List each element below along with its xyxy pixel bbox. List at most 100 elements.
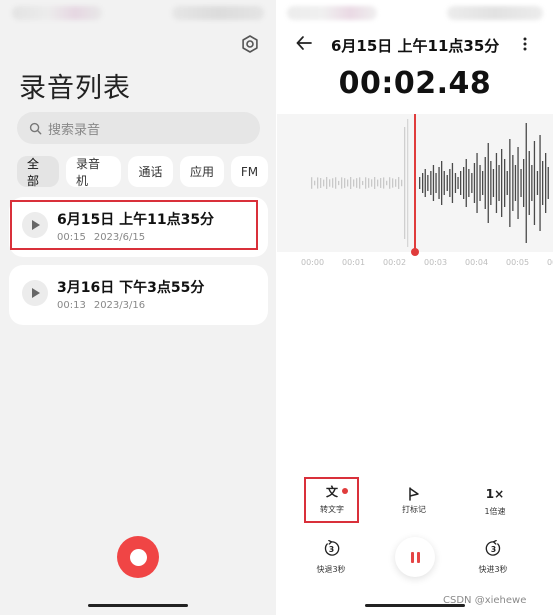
play-button[interactable] <box>22 280 48 306</box>
waveform-bar <box>344 178 346 188</box>
timeline-tick-label: 00:03 <box>424 258 448 267</box>
recording-title: 3月16日 下午3点55分 <box>57 280 205 296</box>
waveform-bar <box>341 177 343 189</box>
search-icon <box>29 122 42 134</box>
waveform-bar <box>422 173 424 193</box>
waveform-bar <box>463 167 465 199</box>
waveform-bar <box>495 153 498 213</box>
playback-speed-button[interactable]: 1× 1倍速 <box>472 485 518 517</box>
filter-tabs: 全部 录音机 通话 应用 FM <box>17 156 268 188</box>
recording-item[interactable]: 3月16日 下午3点55分 00:13 2023/3/16 <box>9 265 268 325</box>
pause-icon <box>416 551 420 563</box>
waveform-bar <box>539 135 541 231</box>
filter-calls[interactable]: 通话 <box>128 156 173 187</box>
svg-text:3: 3 <box>490 545 495 554</box>
status-bar-left-blur <box>287 6 377 20</box>
waveform-bar <box>512 155 514 211</box>
recording-meta: 00:13 2023/3/16 <box>57 300 145 311</box>
filter-all[interactable]: 全部 <box>17 156 59 188</box>
pause-button[interactable] <box>395 537 435 577</box>
waveform-bar <box>347 179 349 187</box>
waveform-bar <box>386 180 388 186</box>
playback-speed-label: 1倍速 <box>484 507 506 516</box>
transcribe-icon: 文 <box>325 485 338 499</box>
waveform-bar <box>545 153 547 213</box>
home-indicator <box>88 604 188 607</box>
recording-title: 6月15日 上午11点35分 <box>57 212 215 228</box>
waveform-bar <box>517 147 519 219</box>
recording-meta: 00:15 2023/6/15 <box>57 232 145 243</box>
waveform-bar <box>525 123 527 243</box>
waveform-bar <box>395 179 397 187</box>
waveform-bar <box>460 171 462 195</box>
timeline-tick-label: 00:01 <box>342 258 366 267</box>
waveform-bar <box>311 177 313 189</box>
settings-icon[interactable] <box>240 34 260 54</box>
waveform-bar <box>441 161 443 205</box>
flag-icon <box>409 487 419 501</box>
waveform-bar <box>335 177 337 189</box>
waveform-bar <box>523 159 525 207</box>
waveform-bar <box>424 169 426 197</box>
search-input[interactable]: 搜索录音 <box>17 112 260 144</box>
waveform-bar <box>371 179 373 187</box>
waveform-bar <box>498 165 500 201</box>
waveform-bar <box>427 175 429 191</box>
rewind-button[interactable]: 3 快退3秒 <box>311 539 351 575</box>
status-bar-right-blur <box>447 6 543 20</box>
waveform-bar <box>457 177 459 189</box>
waveform-bar <box>356 178 358 188</box>
record-button[interactable] <box>117 536 159 578</box>
waveform-bar <box>520 169 522 197</box>
waveform-bar <box>528 151 530 215</box>
waveform-bar <box>314 180 316 186</box>
play-button[interactable] <box>22 212 48 238</box>
pause-icon <box>410 551 414 563</box>
recording-date: 2023/3/16 <box>93 300 146 311</box>
recording-duration: 00:15 <box>57 232 86 243</box>
forward-label: 快进3秒 <box>478 565 508 574</box>
waveform-bar <box>501 149 503 217</box>
waveform-bar <box>404 127 406 239</box>
waveform-bar <box>380 178 382 188</box>
filter-recorder[interactable]: 录音机 <box>66 156 121 188</box>
timeline-tick-label: 00:04 <box>465 258 489 267</box>
add-marker-button[interactable]: 打标记 <box>391 485 437 515</box>
waveform-bar <box>443 171 445 195</box>
player-screen: 6月15日 上午11点35分 00:02.48 00:00 00:01 00:02 0… <box>277 0 553 615</box>
transcribe-button[interactable]: 文 转文字 <box>309 483 355 515</box>
waveform-bar <box>401 179 403 187</box>
rewind-label: 快退3秒 <box>316 565 346 574</box>
recording-item[interactable]: 6月15日 上午11点35分 00:15 2023/6/15 <box>9 197 268 257</box>
waveform-bar <box>374 177 376 189</box>
waveform-bar <box>506 171 508 195</box>
waveform-bar <box>383 177 385 189</box>
status-bar-right-blur <box>172 6 264 20</box>
waveform-bar <box>487 143 489 223</box>
transcribe-label: 转文字 <box>320 505 344 514</box>
timeline-tick-label: 00:02 <box>383 258 407 267</box>
new-indicator-dot <box>342 488 348 494</box>
waveform-bar <box>338 180 340 186</box>
rewind-3s-icon: 3 <box>324 539 339 556</box>
record-icon <box>129 548 147 566</box>
waveform-bar <box>446 175 448 191</box>
waveform-bar <box>392 178 394 188</box>
forward-button[interactable]: 3 快进3秒 <box>473 539 513 575</box>
waveform-bar <box>454 173 457 193</box>
timeline-tick-label: 00:05 <box>506 258 530 267</box>
waveform-bar <box>449 169 451 197</box>
back-arrow-icon[interactable] <box>295 34 313 52</box>
waveform-bar <box>482 171 484 195</box>
more-vertical-icon[interactable] <box>522 36 528 52</box>
recording-title: 6月15日 上午11点35分 <box>331 37 500 55</box>
filter-fm[interactable]: FM <box>231 156 268 187</box>
playhead-handle[interactable] <box>411 248 419 256</box>
status-bar-left-blur <box>12 6 102 20</box>
waveform-bar <box>451 163 454 203</box>
waveform-bar <box>332 178 334 188</box>
recording-list-screen: 录音列表 搜索录音 全部 录音机 通话 应用 FM 6月15日 上午11点35分… <box>0 0 276 615</box>
waveform-bar <box>542 161 544 205</box>
filter-apps[interactable]: 应用 <box>180 156 224 187</box>
playhead[interactable] <box>414 114 416 252</box>
